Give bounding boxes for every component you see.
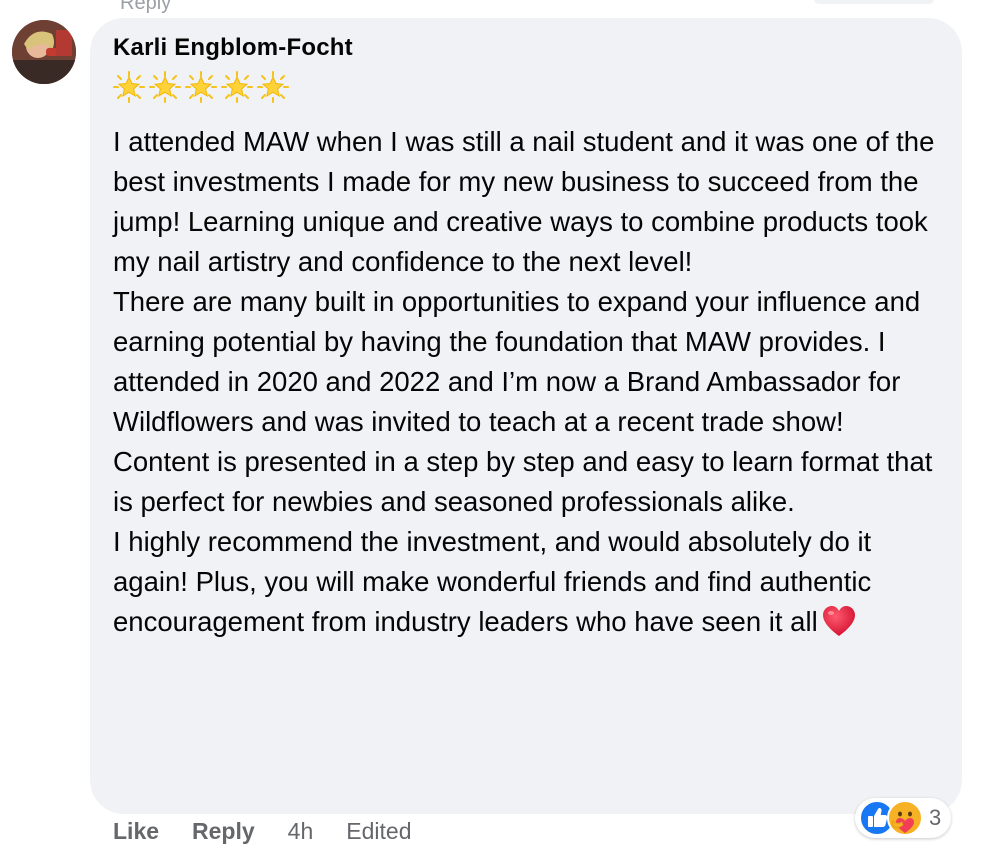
edited-label[interactable]: Edited: [346, 818, 411, 845]
glowing-star-icon: [149, 71, 181, 103]
avatar-photo: [12, 20, 76, 84]
like-button[interactable]: Like: [113, 818, 159, 845]
previous-comment-reply-link[interactable]: Reply: [120, 0, 171, 15]
reply-button[interactable]: Reply: [192, 818, 255, 845]
comment-paragraph: Content is presented in a step by step a…: [113, 446, 933, 517]
glowing-star-icon: [257, 71, 289, 103]
comment-body: I attended MAW when I was still a nail s…: [113, 122, 948, 642]
comment-paragraph-last: I highly recommend the investment, and w…: [113, 522, 948, 642]
comment-paragraph: I attended MAW when I was still a nail s…: [113, 126, 935, 277]
glowing-star-icon: [113, 71, 145, 103]
glowing-star-icon: [221, 71, 253, 103]
comment-author[interactable]: Karli Engblom-Focht: [113, 34, 353, 62]
previous-comment-reaction-pill: [814, 0, 934, 4]
reaction-count: 3: [929, 805, 942, 830]
comment-paragraph-text: I highly recommend the investment, and w…: [113, 526, 872, 637]
comment-actions: Like Reply 4h Edited: [113, 818, 444, 845]
red-heart-icon: [822, 606, 855, 636]
glowing-star-icon: [185, 71, 217, 103]
reaction-summary[interactable]: 3: [855, 798, 952, 838]
comment-timestamp[interactable]: 4h: [288, 818, 314, 845]
comment-paragraph: There are many built in opportunities to…: [113, 286, 921, 437]
star-rating: [113, 71, 289, 103]
avatar[interactable]: [12, 20, 76, 84]
care-icon: [887, 800, 923, 836]
